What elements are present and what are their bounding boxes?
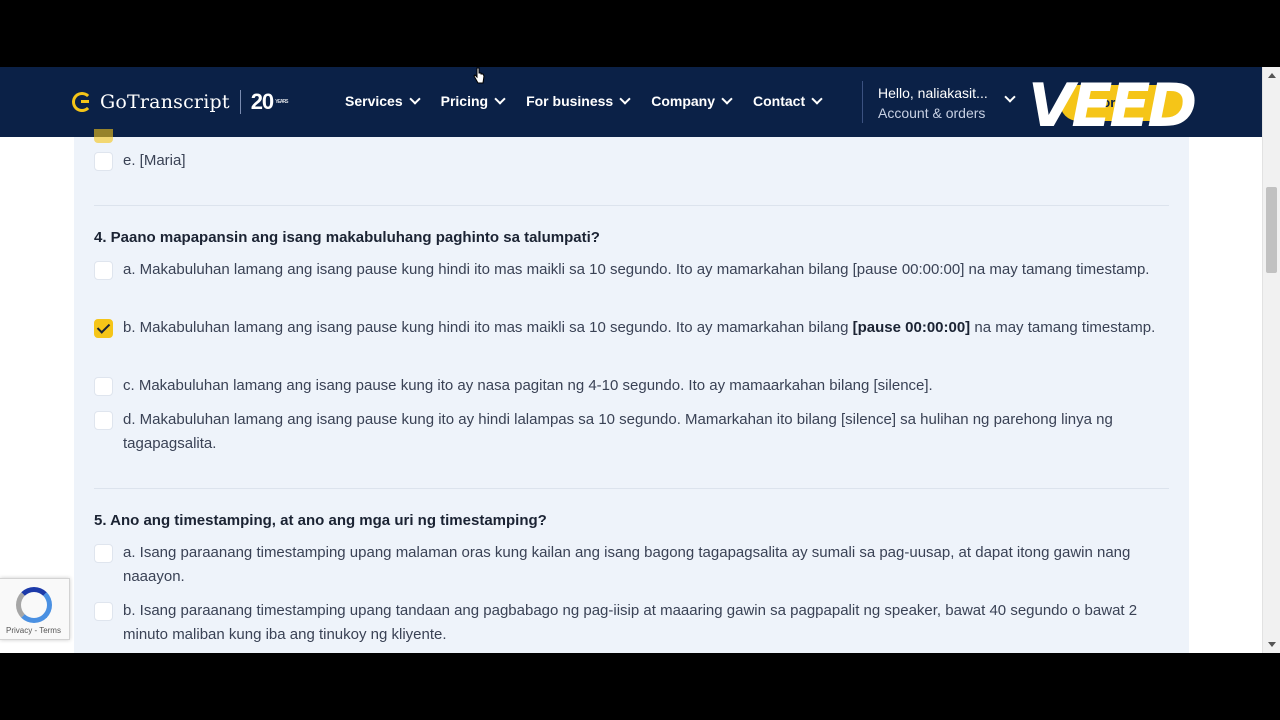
- checkbox[interactable]: [94, 411, 113, 430]
- anniversary-badge: 20 YEARS: [250, 89, 289, 115]
- account-menu[interactable]: Hello, naliakasit... Account & orders: [878, 83, 988, 123]
- q4-option-c[interactable]: c. Makabuluhan lamang ang isang pause ku…: [94, 377, 1174, 398]
- hand-cursor-icon: [473, 67, 485, 84]
- question-5-title: 5. Ano ang timestamping, at ano ang mga …: [94, 512, 547, 529]
- option-text: b. Isang paraanang timestamping upang ta…: [123, 602, 1138, 643]
- gotranscript-logo[interactable]: GoTranscript 20 YEARS: [72, 89, 289, 115]
- question-divider: [94, 488, 1169, 489]
- vertical-scrollbar[interactable]: [1262, 67, 1280, 653]
- nav-label: Services: [345, 93, 403, 109]
- recaptcha-footer[interactable]: Privacy - Terms: [6, 626, 61, 635]
- q5-option-a[interactable]: a. Isang paraanang timestamping upang ma…: [94, 544, 1174, 589]
- q4-option-d[interactable]: d. Makabuluhan lamang ang isang pause ku…: [94, 411, 1174, 456]
- checkbox[interactable]: [94, 602, 113, 621]
- question-divider: [94, 205, 1169, 206]
- option-text: e. [Maria]: [123, 152, 186, 169]
- scroll-down-arrow-icon[interactable]: [1268, 642, 1276, 647]
- chevron-down-icon: [811, 93, 823, 105]
- anniversary-years: YEARS: [275, 99, 288, 105]
- logo-separator: [239, 90, 241, 114]
- option-text-pre: b. Makabuluhan lamang ang isang pause ku…: [123, 319, 853, 336]
- scroll-up-arrow-icon[interactable]: [1268, 73, 1276, 78]
- checkbox[interactable]: [94, 377, 113, 396]
- checkbox[interactable]: [94, 152, 113, 171]
- q4-option-b[interactable]: b. Makabuluhan lamang ang isang pause ku…: [94, 319, 1174, 340]
- recaptcha-icon: [16, 587, 52, 623]
- q5-option-b[interactable]: b. Isang paraanang timestamping upang ta…: [94, 602, 1174, 647]
- main-nav: Services Pricing For business Company Co…: [345, 93, 843, 109]
- quiz-content: e. [Maria] 4. Paano mapapansin ang isang…: [74, 129, 1189, 653]
- partial-checkbox: [94, 129, 113, 143]
- q4-option-a[interactable]: a. Makabuluhan lamang ang isang pause ku…: [94, 261, 1174, 282]
- nav-label: Contact: [753, 93, 806, 109]
- chevron-down-icon: [721, 93, 733, 105]
- option-text: d. Makabuluhan lamang ang isang pause ku…: [123, 411, 1113, 452]
- nav-company[interactable]: Company: [651, 93, 733, 109]
- account-greeting: Hello, naliakasit...: [878, 85, 988, 101]
- option-text: a. Makabuluhan lamang ang isang pause ku…: [123, 261, 1150, 278]
- nav-label: Company: [651, 93, 716, 109]
- veed-watermark: VEED: [1028, 71, 1197, 141]
- nav-for-business[interactable]: For business: [526, 93, 631, 109]
- checkbox-checked[interactable]: [94, 319, 113, 338]
- anniversary-number: 20: [250, 89, 275, 114]
- logo-text: GoTranscript: [100, 91, 230, 113]
- option-text-post: na may tamang timestamp.: [970, 319, 1156, 336]
- option-prev-e[interactable]: e. [Maria]: [94, 152, 1174, 173]
- nav-label: For business: [526, 93, 614, 109]
- account-orders-link: Account & orders: [878, 105, 986, 121]
- scrollbar-thumb[interactable]: [1266, 187, 1277, 273]
- question-4-title: 4. Paano mapapansin ang isang makabuluha…: [94, 229, 600, 246]
- checkbox[interactable]: [94, 544, 113, 563]
- nav-label: Pricing: [440, 93, 489, 109]
- browser-viewport: GoTranscript 20 YEARS Services Pricing Fo…: [0, 67, 1280, 653]
- account-chevron-down-icon[interactable]: [1004, 91, 1016, 103]
- site-header: GoTranscript 20 YEARS Services Pricing Fo…: [0, 67, 1262, 141]
- option-text: a. Isang paraanang timestamping upang ma…: [123, 544, 1131, 585]
- option-text-bold: [pause 00:00:00]: [852, 319, 971, 336]
- chevron-down-icon: [408, 93, 421, 105]
- option-text: c. Makabuluhan lamang ang isang pause ku…: [123, 377, 933, 394]
- nav-services[interactable]: Services: [345, 93, 421, 109]
- checkbox[interactable]: [94, 261, 113, 280]
- nav-pricing[interactable]: Pricing: [440, 93, 506, 109]
- nav-divider: [862, 81, 863, 123]
- nav-contact[interactable]: Contact: [753, 93, 823, 109]
- chevron-down-icon: [619, 93, 631, 105]
- logo-g-icon: [72, 92, 92, 112]
- recaptcha-badge[interactable]: Privacy - Terms: [0, 578, 70, 640]
- option-text: b. Makabuluhan lamang ang isang pause ku…: [123, 316, 1155, 340]
- chevron-down-icon: [494, 93, 506, 105]
